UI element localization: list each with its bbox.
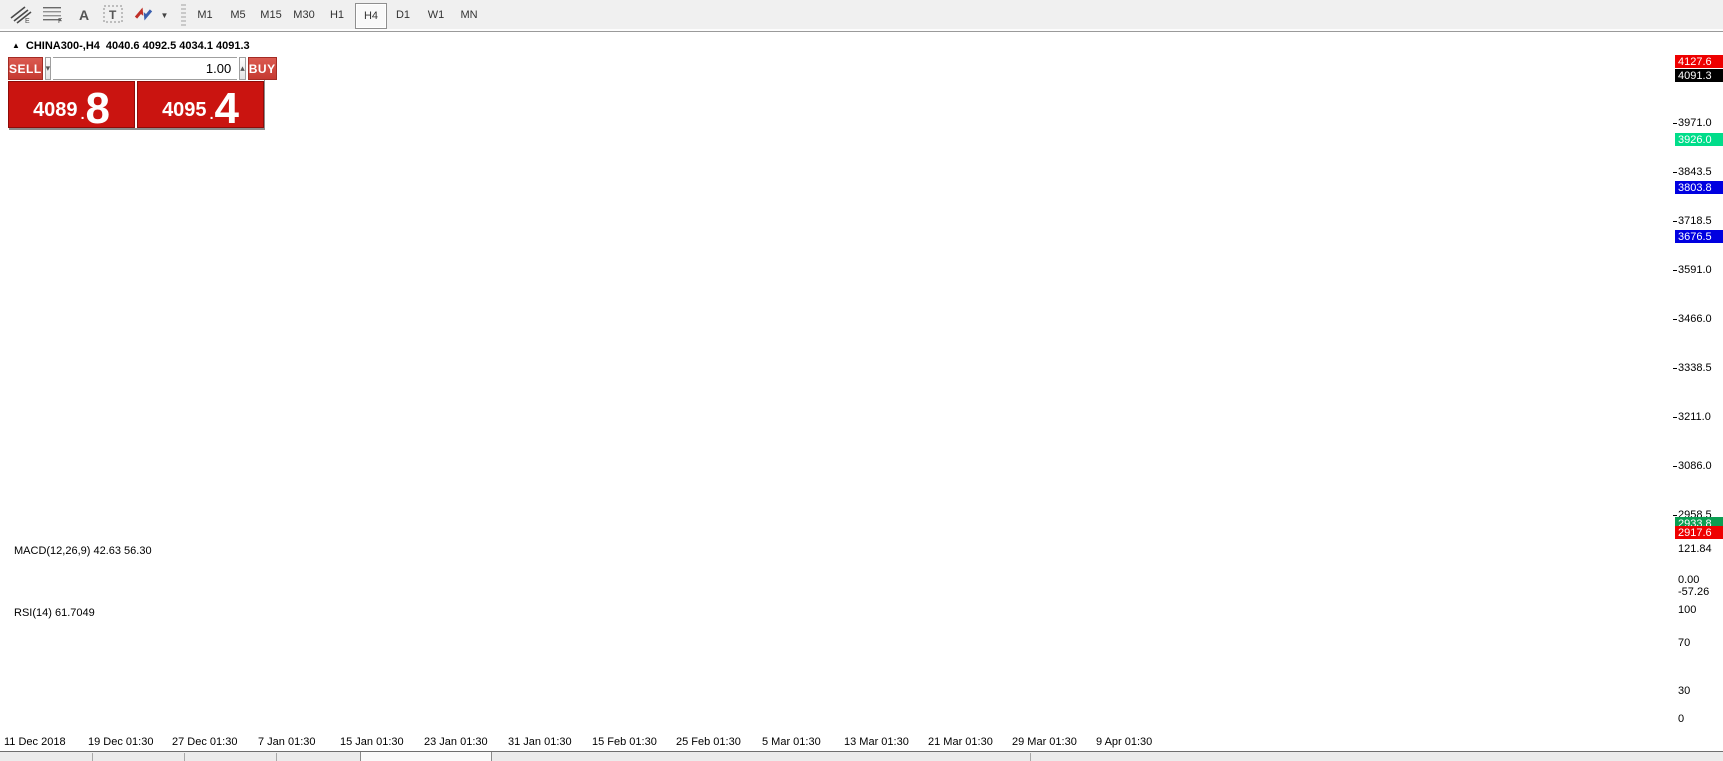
timeframe-button-w1[interactable]: W1 [421, 3, 451, 27]
triangle-down-icon: ▾ [45, 63, 51, 73]
rsi-tick-label: 100 [1678, 604, 1697, 616]
tab-divider [1030, 753, 1031, 761]
price-tick-label: 3211.0 [1678, 411, 1711, 423]
price-tick-label: 3971.0 [1678, 117, 1712, 129]
rsi-tick-label: 0 [1678, 713, 1685, 725]
volume-decrease-button[interactable]: ▾ [44, 57, 52, 80]
date-label: 5 Mar 01:30 [762, 736, 821, 748]
equidistant-channel-icon: E [9, 4, 33, 27]
symbol-label: CHINA300-,H4 [25, 40, 100, 52]
timeframe-button-h1[interactable]: H1 [322, 3, 352, 27]
timeframe-button-m1[interactable]: M1 [190, 3, 220, 27]
svg-text:T: T [109, 8, 117, 22]
price-tick-mark [1673, 515, 1677, 516]
price-tick-mark [1673, 270, 1677, 271]
timeframe-button-d1[interactable]: D1 [388, 3, 418, 27]
price-tick-mark [1673, 319, 1677, 320]
date-label: 23 Jan 01:30 [424, 736, 488, 748]
tab-divider [276, 753, 277, 761]
text-tool-button[interactable]: A [72, 3, 96, 27]
timeframe-button-m5[interactable]: M5 [223, 3, 253, 27]
date-label: 15 Feb 01:30 [592, 736, 657, 748]
price-tick-label: 3843.5 [1678, 166, 1712, 178]
volume-increase-button[interactable]: ▴ [239, 57, 246, 80]
rsi-tick-label: 70 [1678, 637, 1691, 649]
mt4-window: E F A T ▼ M1 M5 M15 M30 H1 H4 D1 W1 MN ▲… [0, 0, 1723, 761]
sell-price-big-digit: 8 [85, 83, 110, 128]
chart-tab-strip [0, 751, 1723, 761]
arrows-icon [132, 4, 158, 27]
text-label-icon: T [102, 4, 124, 27]
date-label: 11 Dec 2018 [4, 736, 66, 748]
tab-divider [92, 753, 93, 761]
price-tick-mark [1673, 123, 1677, 124]
date-label: 19 Dec 01:30 [88, 736, 154, 748]
buy-price-button[interactable]: 4095 . 4 [137, 81, 264, 128]
volume-input[interactable] [53, 57, 238, 80]
date-label: 21 Mar 01:30 [928, 736, 993, 748]
date-label: 13 Mar 01:30 [844, 736, 909, 748]
sell-button[interactable]: SELL [8, 57, 43, 80]
price-tick-mark [1673, 221, 1677, 222]
rsi-tick-label: 30 [1678, 685, 1691, 697]
macd-tick-label: -57.26 [1678, 586, 1710, 598]
fibonacci-tool-button[interactable]: F [38, 3, 68, 27]
equidistant-channel-tool-button[interactable]: E [6, 3, 36, 27]
price-level-badge: 3676.5 [1675, 230, 1723, 243]
tab-divider [184, 753, 185, 761]
price-tick-label: 3718.5 [1678, 215, 1712, 227]
svg-text:F: F [58, 18, 62, 24]
timeframe-button-m30[interactable]: M30 [289, 3, 319, 27]
price-level-badge: 4127.6 [1675, 55, 1723, 68]
rsi-label: RSI(14) 61.7049 [14, 607, 95, 619]
ohlc-values: 4040.6 4092.5 4034.1 4091.3 [105, 40, 250, 52]
date-label: 15 Jan 01:30 [340, 736, 404, 748]
date-label: 29 Mar 01:30 [1012, 736, 1077, 748]
chart-title: ▲ CHINA300-,H4 4040.6 4092.5 4034.1 4091… [12, 40, 250, 52]
macd-tick-label: 0.00 [1678, 574, 1700, 586]
date-label: 25 Feb 01:30 [676, 736, 741, 748]
timeframe-button-h4[interactable]: H4 [355, 3, 387, 29]
text-a-icon: A [78, 7, 90, 23]
price-tick-mark [1673, 417, 1677, 418]
date-label: 27 Dec 01:30 [172, 736, 238, 748]
date-label: 31 Jan 01:30 [508, 736, 572, 748]
fibonacci-icon: F [41, 4, 65, 27]
chevron-down-icon: ▼ [160, 10, 169, 20]
price-level-badge: 4091.3 [1675, 69, 1723, 82]
symbol-arrow-icon: ▲ [12, 40, 20, 50]
triangle-up-icon: ▴ [240, 63, 245, 73]
price-tick-label: 3591.0 [1678, 264, 1712, 276]
text-label-tool-button[interactable]: T [100, 3, 126, 27]
chart-window [0, 34, 1723, 751]
price-level-badge: 2917.6 [1675, 526, 1723, 539]
sell-price-dot: . [80, 106, 85, 122]
price-level-badge: 3926.0 [1675, 133, 1723, 146]
date-label: 9 Apr 01:30 [1096, 736, 1153, 748]
price-tick-mark [1673, 466, 1677, 467]
timeframe-button-mn[interactable]: MN [454, 3, 484, 27]
price-tick-mark [1673, 172, 1677, 173]
sell-price-button[interactable]: 4089 . 8 [8, 81, 135, 128]
price-tick-label: 3086.0 [1678, 460, 1712, 472]
toolbar-separator [181, 4, 186, 26]
one-click-trade-panel: SELL ▾ ▴ BUY 4089 . 8 4095 . 4 [8, 57, 277, 128]
price-tick-label: 3466.0 [1678, 313, 1712, 325]
timeframe-button-m15[interactable]: M15 [256, 3, 286, 27]
toolbar: E F A T ▼ M1 M5 M15 M30 H1 H4 D1 W1 MN [0, 0, 1723, 32]
buy-price-dot: . [209, 106, 214, 122]
price-tick-label: 3338.5 [1678, 362, 1712, 374]
macd-tick-label: 121.84 [1678, 543, 1712, 555]
date-label: 7 Jan 01:30 [258, 736, 316, 748]
svg-text:E: E [25, 18, 30, 24]
price-level-badge: 3803.8 [1675, 181, 1723, 194]
buy-price-big-digit: 4 [214, 83, 239, 128]
arrows-tool-button[interactable]: ▼ [130, 3, 170, 27]
buy-button[interactable]: BUY [247, 57, 277, 80]
buy-price-main: 4095 [162, 99, 207, 121]
macd-label: MACD(12,26,9) 42.63 56.30 [14, 545, 152, 557]
sell-price-main: 4089 [33, 99, 78, 121]
price-tick-mark [1673, 368, 1677, 369]
chart-tab-active[interactable] [360, 752, 492, 761]
